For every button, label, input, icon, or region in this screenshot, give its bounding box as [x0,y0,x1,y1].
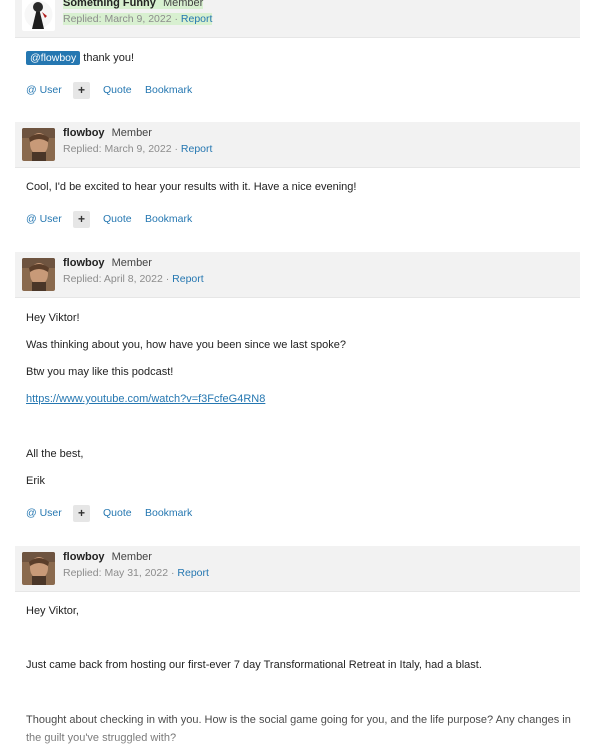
member-role: Member [111,551,152,563]
add-button[interactable]: + [73,505,90,522]
add-button[interactable]: + [73,82,90,99]
post-header: flowboy Member Replied: April 8, 2022 · … [15,252,580,298]
avatar-icon [22,258,55,291]
post-text: the guilt you've struggled with? [26,732,177,744]
post-meta: Replied: April 8, 2022 · Report [63,273,204,285]
meta-separator: · [171,13,181,25]
avatar[interactable] [22,0,55,31]
avatar-icon [24,0,53,29]
author-name[interactable]: Something Funny [63,0,156,9]
report-link[interactable]: Report [181,143,213,155]
post-text: Was thinking about you, how have you bee… [26,339,347,351]
post: flowboy Member Replied: March 9, 2022 · … [15,122,580,168]
member-role: Member [111,127,152,139]
reply-date: Replied: April 8, 2022 [63,273,163,285]
avatar-icon [22,128,55,161]
author-name[interactable]: flowboy [63,551,105,563]
reply-date: Replied: March 9, 2022 [63,143,172,155]
quote-button[interactable]: Quote [103,84,132,96]
meta-separator: · [162,273,173,285]
post-meta: Replied: March 9, 2022 · Report [63,13,213,25]
reply-date: Replied: May 31, 2022 [63,567,169,579]
mention-tag[interactable]: @flowboy [26,51,81,65]
post: flowboy Member Replied: May 31, 2022 · R… [15,546,580,592]
post-text: Cool, I'd be excited to hear your result… [26,181,357,193]
post-text: All the best, [26,448,84,460]
bookmark-button[interactable]: Bookmark [145,84,192,96]
post-meta: Replied: March 9, 2022 · Report [63,143,212,155]
author-line: Something Funny Member [63,0,204,9]
report-link[interactable]: Report [181,13,213,25]
member-role: Member [111,257,152,269]
post-header: flowboy Member Replied: May 31, 2022 · R… [15,546,580,592]
author-name[interactable]: flowboy [63,127,105,139]
post-meta: Replied: May 31, 2022 · Report [63,567,209,579]
report-link[interactable]: Report [177,567,209,579]
post-text: Hey Viktor! [26,312,80,324]
youtube-link[interactable]: https://www.youtube.com/watch?v=f3FcfeG4… [26,393,265,405]
mention-user-button[interactable]: @ User [26,213,62,225]
author-line: flowboy Member [63,127,152,139]
post-text: thank you! [83,52,135,64]
post-body: @flowboy thank you! [26,51,134,65]
post-body: Cool, I'd be excited to hear your result… [26,181,356,193]
meta-separator: · [171,143,181,155]
author-line: flowboy Member [63,257,152,269]
author-name[interactable]: flowboy [63,257,105,269]
bookmark-button[interactable]: Bookmark [145,213,192,225]
avatar[interactable] [22,128,55,161]
reply-date: Replied: March 9, 2022 [63,13,172,25]
post-header: flowboy Member Replied: March 9, 2022 · … [15,122,580,168]
post-text: Hey Viktor, [26,605,79,617]
quote-button[interactable]: Quote [103,213,132,225]
post: flowboy Member Replied: April 8, 2022 · … [15,252,580,298]
avatar[interactable] [22,258,55,291]
quote-button[interactable]: Quote [103,507,132,519]
report-link[interactable]: Report [172,273,204,285]
author-line: flowboy Member [63,551,152,563]
mention-user-button[interactable]: @ User [26,84,62,96]
avatar-icon [22,552,55,585]
mention-user-button[interactable]: @ User [26,507,62,519]
post: Something Funny Member Replied: March 9,… [15,0,580,38]
add-button[interactable]: + [73,211,90,228]
post-text: Thought about checking in with you. How … [26,714,571,726]
post-header: Something Funny Member Replied: March 9,… [15,0,580,38]
bookmark-button[interactable]: Bookmark [145,507,192,519]
post-text: Erik [26,475,45,487]
post-text: Btw you may like this podcast! [26,366,174,378]
member-role: Member [162,0,204,9]
avatar[interactable] [22,552,55,585]
post-text: Just came back from hosting our first-ev… [26,659,482,671]
